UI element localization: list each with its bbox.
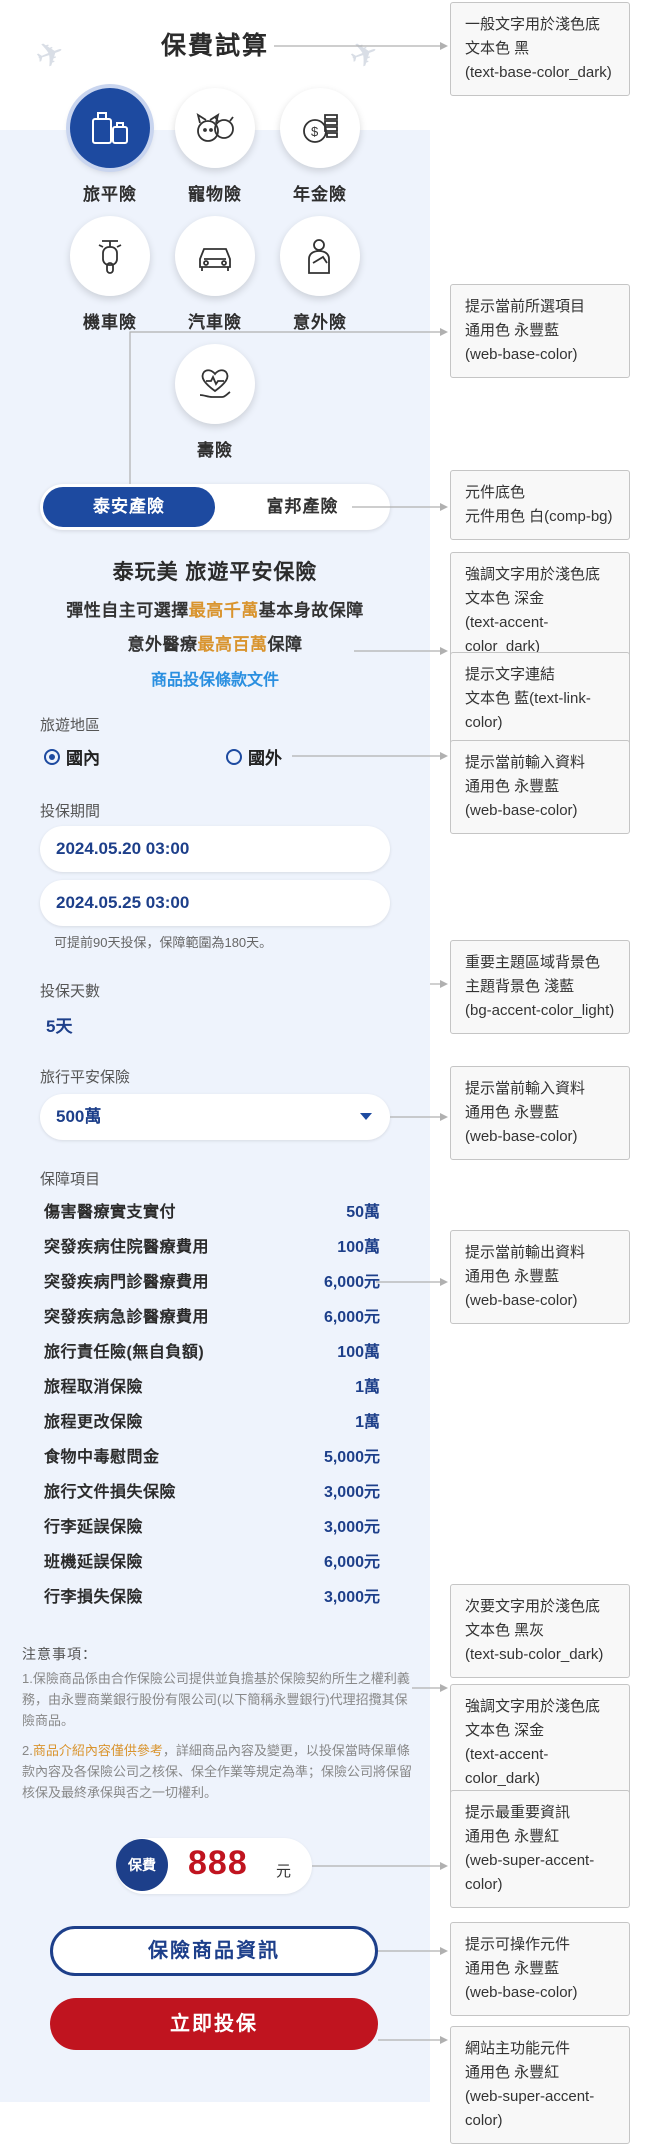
annotation-text-base: 一般文字用於淺色底 文本色 黑 (text-base-color_dark) — [450, 2, 630, 96]
annotation-input-base: 提示當前輸入資料 通用色 永豐藍 (web-base-color) — [450, 740, 630, 834]
annotation-text-sub: 次要文字用於淺色底 文本色 黑灰 (text-sub-color_dark) — [450, 1584, 630, 1678]
annotation-web-base: 提示當前所選項目 通用色 永豐藍 (web-base-color) — [450, 284, 630, 378]
annotation-comp-bg: 元件底色 元件用色 白(comp-bg) — [450, 470, 630, 540]
annotation-bg-accent-light: 重要主題區域背景色 主題背景色 淺藍 (bg-accent-color_ligh… — [450, 940, 630, 1034]
annotation-input-base-2: 提示當前輸入資料 通用色 永豐藍 (web-base-color) — [450, 1066, 630, 1160]
annotation-operable: 提示可操作元件 通用色 永豐藍 (web-base-color) — [450, 1922, 630, 2016]
annotation-main-function: 網站主功能元件 通用色 永豐紅 (web-super-accent-color) — [450, 2026, 630, 2144]
annotation-output-base: 提示當前輸出資料 通用色 永豐藍 (web-base-color) — [450, 1230, 630, 1324]
annotation-super-accent: 提示最重要資訊 通用色 永豐紅 (web-super-accent-color) — [450, 1790, 630, 1908]
annotation-text-accent-2: 強調文字用於淺色底 文本色 深金 (text-accent-color_dark… — [450, 1684, 630, 1802]
annotation-text-link: 提示文字連結 文本色 藍(text-link-color) — [450, 652, 630, 746]
